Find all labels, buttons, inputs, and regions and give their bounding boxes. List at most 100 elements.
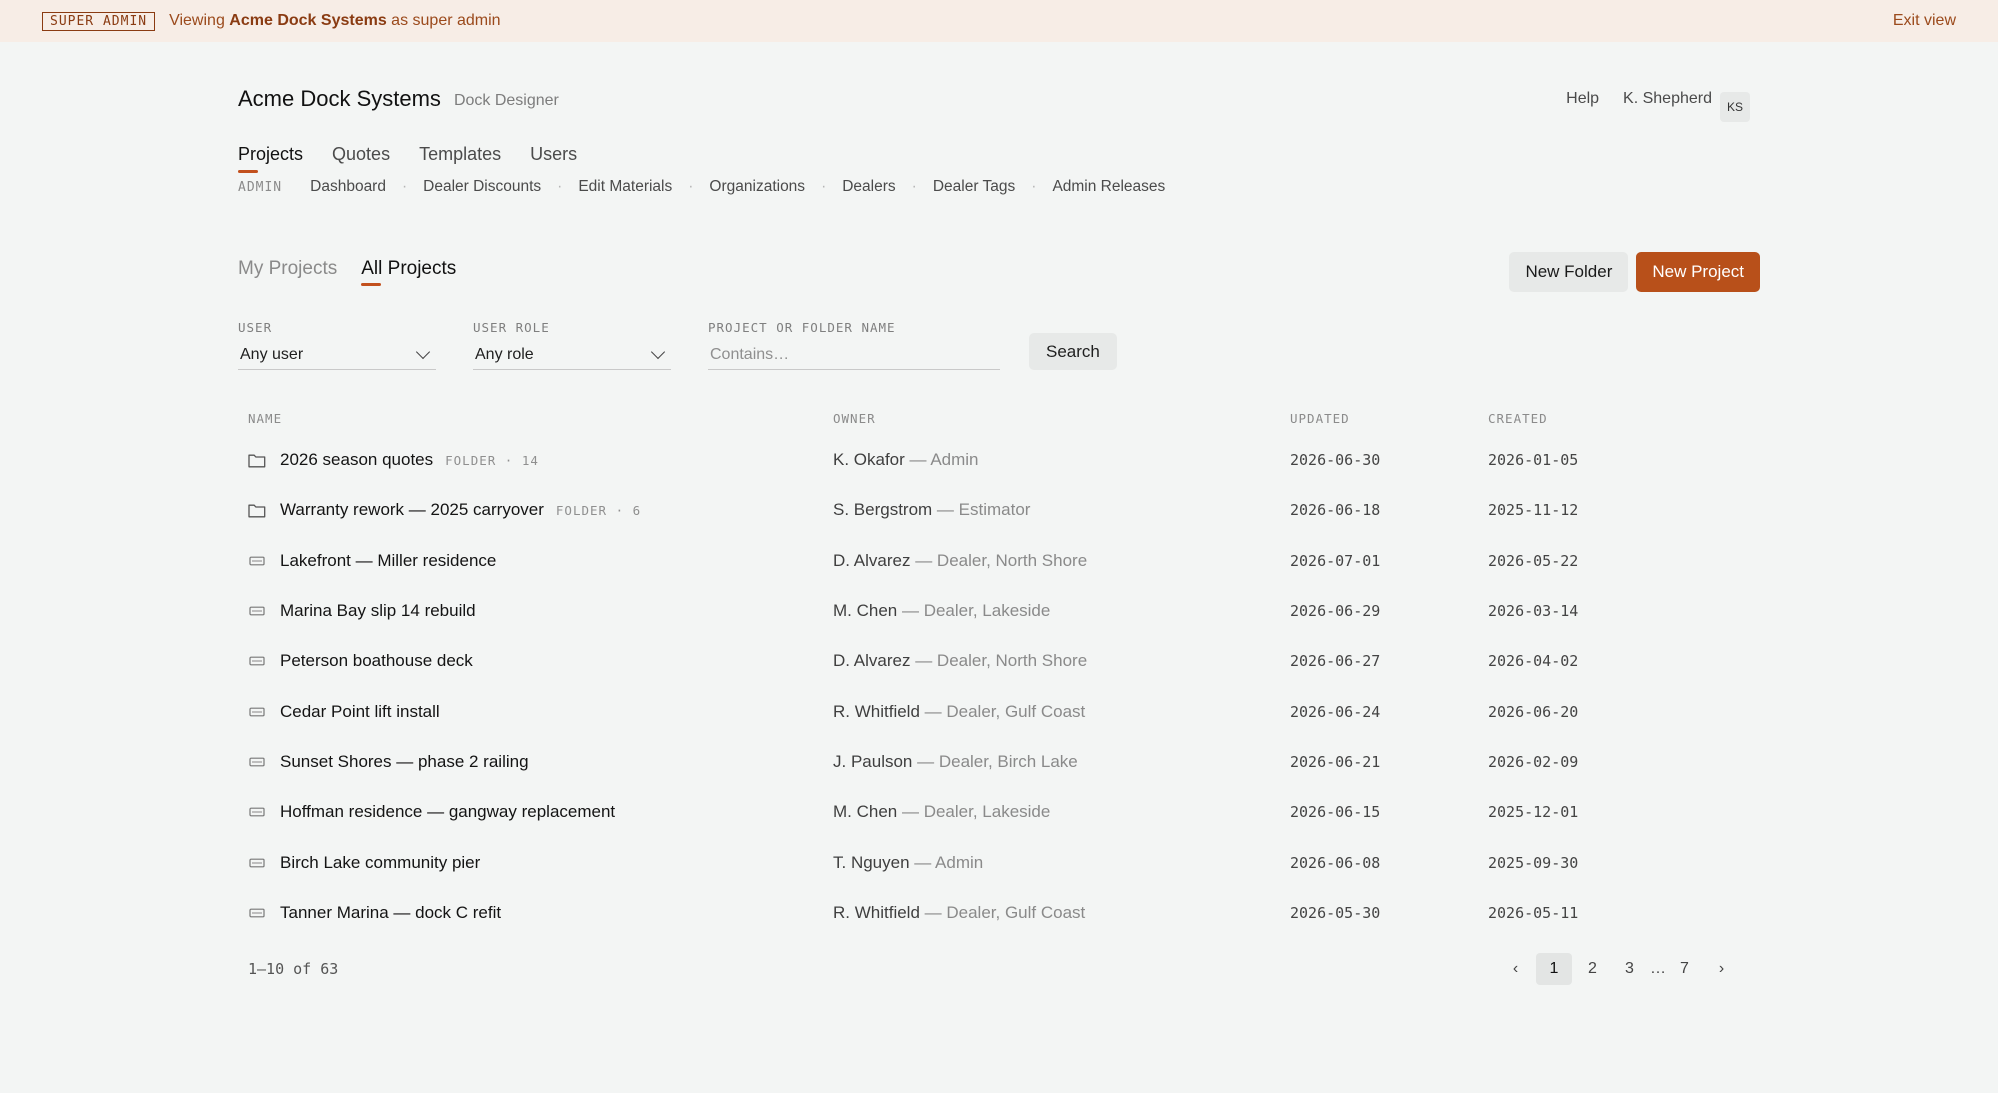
row-updated: 2026-06-29 xyxy=(1290,602,1381,621)
admin-link-dealers[interactable]: Dealers xyxy=(842,178,895,196)
page-2[interactable]: 2 xyxy=(1576,953,1609,985)
admin-nav: ADMIN Dashboard · Dealer Discounts · Edi… xyxy=(238,178,1760,196)
page-content: Acme Dock Systems Dock Designer Help K. … xyxy=(238,42,1760,985)
folder-icon xyxy=(248,502,266,518)
exit-view-link[interactable]: Exit view xyxy=(1893,12,1956,30)
nav-separator: · xyxy=(821,178,827,195)
table-row[interactable]: Peterson boathouse deck D. Alvarez — Deal… xyxy=(238,636,1760,686)
page-1[interactable]: 1 xyxy=(1536,952,1572,985)
admin-nav-label: ADMIN xyxy=(238,179,283,195)
admin-link-dealer-tags[interactable]: Dealer Tags xyxy=(933,178,1015,196)
page-3[interactable]: 3 xyxy=(1613,953,1646,985)
tab-my-projects[interactable]: My Projects xyxy=(238,258,337,286)
row-owner: S. Bergstrom — Estimator xyxy=(833,500,1290,520)
row-name-cell: Sunset Shores — phase 2 railing xyxy=(248,752,833,772)
header-user-area: Help K. Shepherd KS xyxy=(1566,76,1750,122)
new-project-button[interactable]: New Project xyxy=(1636,252,1760,292)
row-name-cell: Lakefront — Miller residence xyxy=(248,551,833,571)
banner-message: Viewing Acme Dock Systems as super admin xyxy=(169,12,500,30)
super-admin-badge: SUPER ADMIN xyxy=(42,11,156,31)
row-created: 2025-12-01 xyxy=(1488,803,1579,822)
tab-users[interactable]: Users xyxy=(530,144,577,173)
admin-link-admin-releases[interactable]: Admin Releases xyxy=(1052,178,1165,196)
row-name[interactable]: Hoffman residence — gangway replacement xyxy=(280,802,615,822)
user-select[interactable]: Any user xyxy=(238,340,436,370)
row-name[interactable]: Lakefront — Miller residence xyxy=(280,551,496,571)
owner-role: — Dealer, Gulf Coast xyxy=(919,701,1086,721)
row-name[interactable]: Birch Lake community pier xyxy=(280,853,480,873)
row-name[interactable]: 2026 season quotes xyxy=(280,450,433,470)
owner-role: — Dealer, Gulf Coast xyxy=(919,902,1086,922)
admin-link-dashboard[interactable]: Dashboard xyxy=(310,178,386,196)
table-row[interactable]: Sunset Shores — phase 2 railing J. Paulso… xyxy=(238,737,1760,787)
col-owner[interactable]: OWNER xyxy=(833,411,1290,426)
brand-name[interactable]: Acme Dock Systems xyxy=(238,86,441,112)
table-row[interactable]: 2026 season quotes FOLDER · 14 K. Okafor —… xyxy=(238,435,1760,485)
col-created[interactable]: CREATED xyxy=(1488,411,1760,426)
row-name[interactable]: Peterson boathouse deck xyxy=(280,651,473,671)
row-name-cell: Peterson boathouse deck xyxy=(248,651,833,671)
col-updated[interactable]: UPDATED xyxy=(1290,411,1488,426)
project-icon xyxy=(248,553,266,569)
table-row[interactable]: Warranty rework — 2025 carryover FOLDER ·… xyxy=(238,485,1760,535)
owner-name: J. Paulson xyxy=(833,751,913,771)
admin-link-dealer-discounts[interactable]: Dealer Discounts xyxy=(423,178,541,196)
row-name[interactable]: Sunset Shores — phase 2 railing xyxy=(280,752,529,772)
row-updated: 2026-05-30 xyxy=(1290,903,1381,922)
app-header: Acme Dock Systems Dock Designer Help K. … xyxy=(238,82,1760,122)
row-updated: 2026-06-27 xyxy=(1290,652,1381,671)
row-created: 2026-03-14 xyxy=(1488,602,1579,621)
prev-page-button[interactable]: ‹ xyxy=(1499,953,1532,985)
row-created: 2026-01-05 xyxy=(1488,451,1579,470)
table-row[interactable]: Lakefront — Miller residence D. Alvarez —… xyxy=(238,536,1760,586)
row-updated: 2026-06-08 xyxy=(1290,853,1381,872)
table-row[interactable]: Marina Bay slip 14 rebuild M. Chen — Deal… xyxy=(238,586,1760,636)
row-name[interactable]: Tanner Marina — dock C refit xyxy=(280,903,501,923)
row-created: 2026-05-22 xyxy=(1488,551,1579,570)
owner-name: S. Bergstrom xyxy=(833,500,933,520)
owner-role: — Dealer, North Shore xyxy=(910,550,1088,570)
name-search-input[interactable] xyxy=(708,340,1000,370)
admin-link-organizations[interactable]: Organizations xyxy=(709,178,805,196)
next-page-button[interactable]: › xyxy=(1705,953,1738,985)
tab-templates[interactable]: Templates xyxy=(419,144,501,173)
nav-separator: · xyxy=(911,178,917,195)
new-folder-button[interactable]: New Folder xyxy=(1509,252,1629,292)
tab-quotes[interactable]: Quotes xyxy=(332,144,390,173)
row-owner: D. Alvarez — Dealer, North Shore xyxy=(833,551,1290,571)
table-row[interactable]: Birch Lake community pier T. Nguyen — Adm… xyxy=(238,837,1760,887)
super-admin-banner: SUPER ADMIN Viewing Acme Dock Systems as… xyxy=(0,0,1998,42)
name-filter: PROJECT OR FOLDER NAME xyxy=(708,320,1000,370)
folder-icon xyxy=(248,452,266,468)
project-icon xyxy=(248,905,266,921)
owner-name: R. Whitfield xyxy=(833,902,920,922)
banner-prefix: Viewing xyxy=(169,12,225,29)
tab-all-projects[interactable]: All Projects xyxy=(361,258,456,286)
row-updated: 2026-06-15 xyxy=(1290,803,1381,822)
table-footer: 1–10 of 63 ‹ 1 2 3 … 7 › xyxy=(238,952,1760,985)
project-icon xyxy=(248,855,266,871)
pagination-ellipsis: … xyxy=(1650,959,1666,977)
admin-link-edit-materials[interactable]: Edit Materials xyxy=(578,178,672,196)
table-row[interactable]: Hoffman residence — gangway replacement M… xyxy=(238,787,1760,837)
row-name[interactable]: Marina Bay slip 14 rebuild xyxy=(280,601,476,621)
role-select[interactable]: Any role xyxy=(473,340,671,370)
project-icon xyxy=(248,704,266,720)
table-body: 2026 season quotes FOLDER · 14 K. Okafor —… xyxy=(238,435,1760,938)
avatar[interactable]: KS xyxy=(1720,92,1750,122)
tab-projects[interactable]: Projects xyxy=(238,144,303,173)
table-header: NAME OWNER UPDATED CREATED xyxy=(238,408,1760,428)
page-7[interactable]: 7 xyxy=(1668,953,1701,985)
user-filter: USER Any user xyxy=(238,320,436,370)
owner-role: — Dealer, Lakeside xyxy=(897,601,1051,621)
search-button[interactable]: Search xyxy=(1029,333,1117,370)
owner-role: — Estimator xyxy=(932,500,1031,520)
table-row[interactable]: Tanner Marina — dock C refit R. Whitfield… xyxy=(238,888,1760,938)
help-link[interactable]: Help xyxy=(1566,90,1599,108)
row-name[interactable]: Cedar Point lift install xyxy=(280,702,440,722)
col-name[interactable]: NAME xyxy=(248,411,833,426)
owner-name: M. Chen xyxy=(833,802,898,822)
user-name[interactable]: K. Shepherd xyxy=(1623,90,1712,108)
row-name[interactable]: Warranty rework — 2025 carryover xyxy=(280,500,544,520)
table-row[interactable]: Cedar Point lift install R. Whitfield — D… xyxy=(238,686,1760,736)
